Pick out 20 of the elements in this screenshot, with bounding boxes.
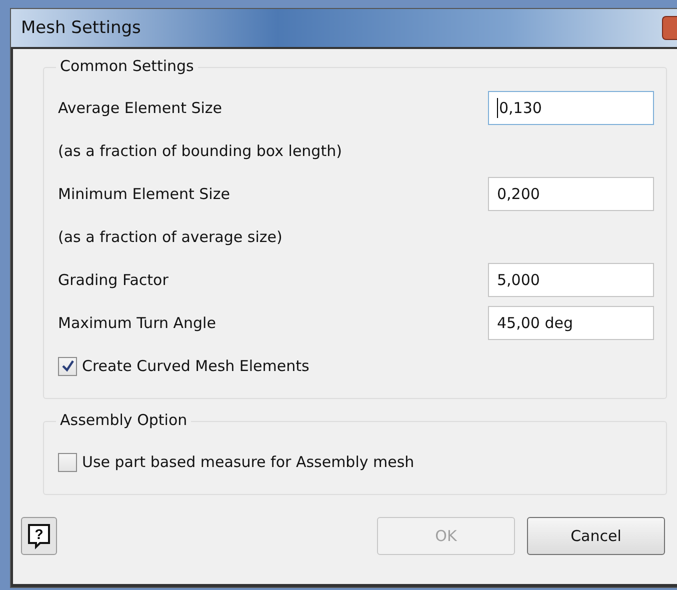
close-button[interactable] xyxy=(662,16,677,40)
input-field[interactable]: 0,130 xyxy=(488,91,654,125)
input-field[interactable]: 0,200 xyxy=(488,177,654,211)
hint-text: (as a fraction of average size) xyxy=(58,228,282,246)
help-icon[interactable]: ? xyxy=(21,517,57,555)
group-title: Common Settings xyxy=(56,57,198,75)
dialog-button[interactable]: Cancel xyxy=(527,517,665,555)
hint-text: (as a fraction of bounding box length) xyxy=(58,142,342,160)
checkbox[interactable] xyxy=(58,452,77,472)
window-title: Mesh Settings xyxy=(21,18,141,38)
field-label: Maximum Turn Angle xyxy=(58,314,216,332)
input-field[interactable]: 5,000 xyxy=(488,263,654,297)
checkbox[interactable] xyxy=(58,356,77,376)
field-label: Grading Factor xyxy=(58,271,168,289)
checkbox-label: Create Curved Mesh Elements xyxy=(82,357,310,375)
field-label: Average Element Size xyxy=(58,99,222,117)
checkbox-label: Use part based measure for Assembly mesh xyxy=(82,453,414,471)
group-title: Assembly Option xyxy=(56,411,192,429)
input-field[interactable]: 45,00 deg xyxy=(488,306,654,340)
field-label: Minimum Element Size xyxy=(58,185,230,203)
